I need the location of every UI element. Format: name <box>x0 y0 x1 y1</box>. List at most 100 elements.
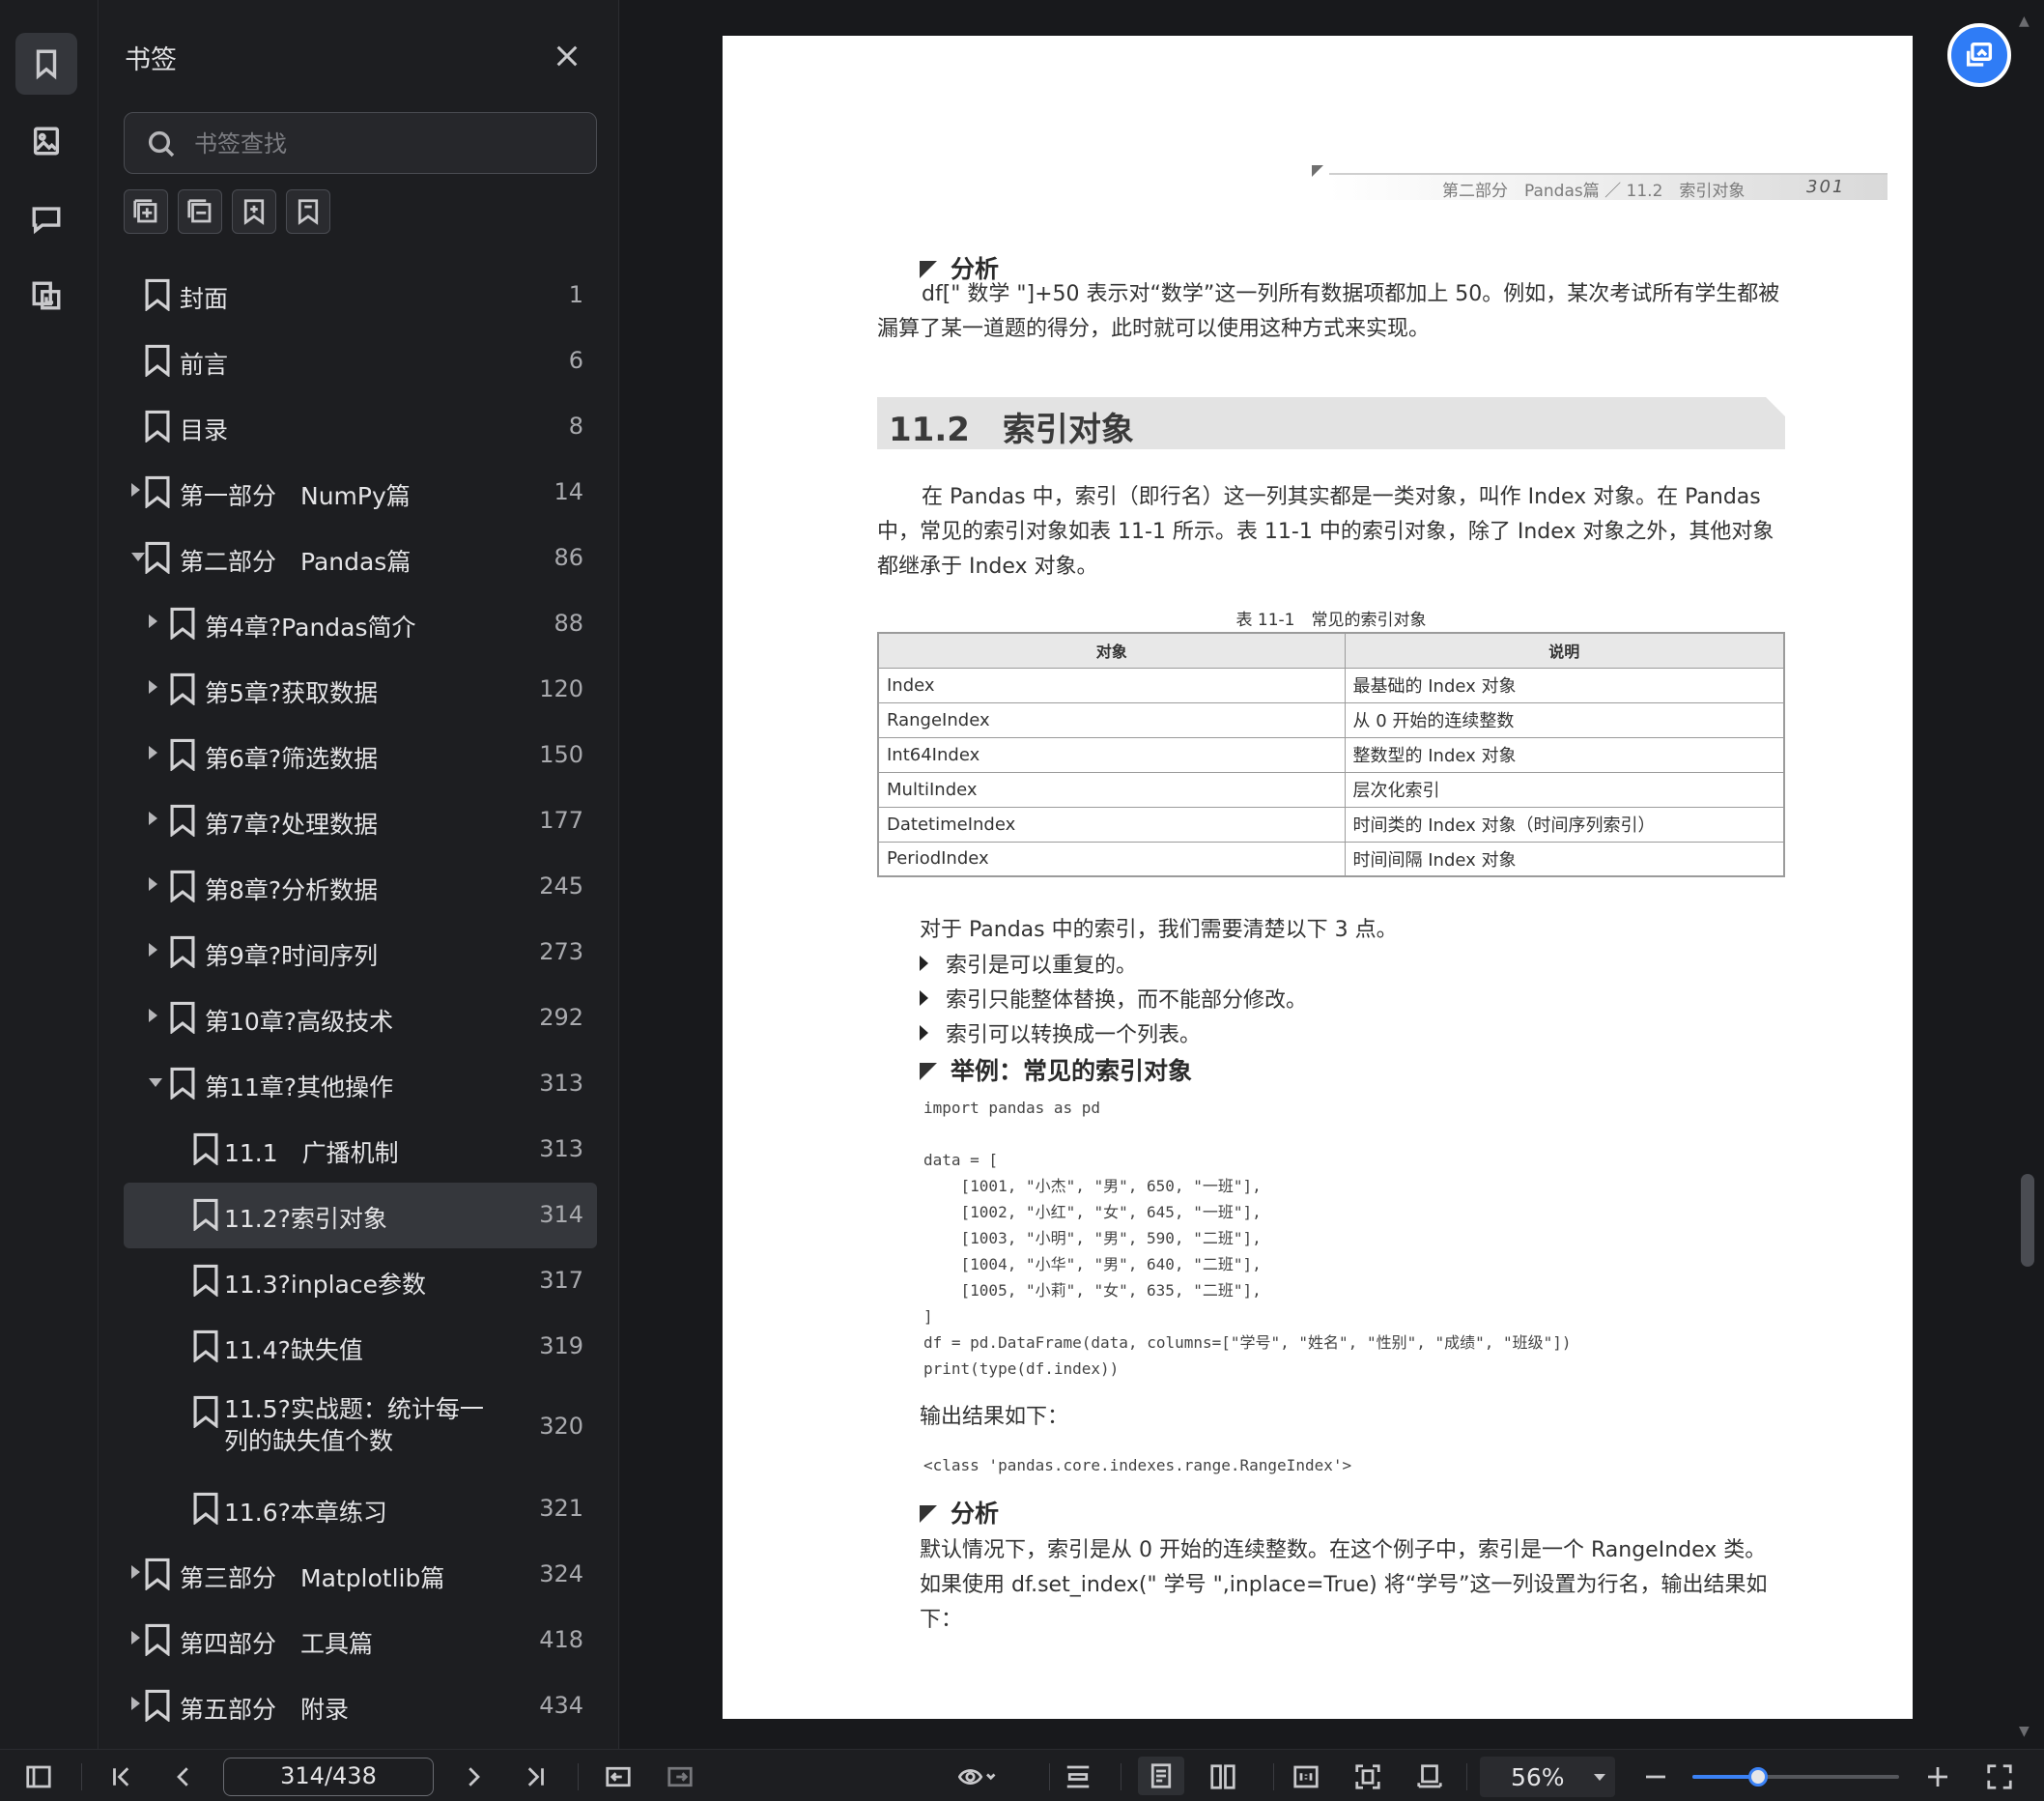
bookmark-item[interactable]: 第五部分 附录 434 <box>124 1673 597 1739</box>
bookmark-item[interactable]: 第5章?获取数据 120 <box>124 657 597 723</box>
last-page-button[interactable] <box>518 1759 553 1794</box>
table-cell: RangeIndex <box>877 701 1346 738</box>
comment-panel-button[interactable] <box>15 187 77 249</box>
zoom-slider[interactable] <box>1692 1767 1899 1787</box>
forward-button[interactable] <box>663 1759 697 1794</box>
double-page-button[interactable] <box>1206 1759 1240 1794</box>
scroll-up-arrow[interactable]: ▲ <box>2019 14 2030 29</box>
caret-right-icon[interactable] <box>149 746 157 759</box>
add-bookmark-button[interactable] <box>232 189 276 234</box>
bookmark-icon <box>168 804 197 838</box>
bookmark-item[interactable]: 前言 6 <box>124 329 597 394</box>
bookmark-page: 313 <box>539 1135 583 1162</box>
caret-right-icon[interactable] <box>149 943 157 957</box>
caret-right-icon[interactable] <box>149 1009 157 1022</box>
next-page-button[interactable] <box>456 1759 491 1794</box>
zoom-slider-handle[interactable] <box>1748 1767 1769 1787</box>
caret-right-icon[interactable] <box>131 1631 140 1644</box>
fullscreen-button[interactable] <box>1982 1759 2017 1794</box>
view-mode-button[interactable] <box>951 1759 1005 1794</box>
table-row: Int64Index 整数型的 Index 对象 <box>877 736 1785 773</box>
first-page-icon <box>113 1767 129 1787</box>
bookmark-search[interactable] <box>124 112 597 174</box>
document-viewport[interactable]: 第二部分 Pandas篇 ／ 11.2 索引对象 301 分析 df[" 数学 … <box>620 0 2044 1749</box>
bookmark-item[interactable]: 11.4?缺失值 319 <box>124 1314 597 1380</box>
navigate-back-icon <box>606 1766 631 1787</box>
bookmark-add-icon <box>243 199 265 225</box>
vertical-scrollbar[interactable] <box>2021 1174 2034 1267</box>
bookmark-item[interactable]: 第9章?时间序列 273 <box>124 920 597 986</box>
caret-right-icon[interactable] <box>149 812 157 825</box>
caret-down-icon[interactable] <box>149 1078 162 1087</box>
actual-size-button[interactable] <box>1289 1759 1323 1794</box>
caret-right-icon[interactable] <box>131 1565 140 1579</box>
bookmark-item[interactable]: 第6章?筛选数据 150 <box>124 723 597 788</box>
collapse-all-button[interactable] <box>178 189 222 234</box>
bookmark-item[interactable]: 第10章?高级技术 292 <box>124 986 597 1051</box>
extract-panel-button[interactable] <box>15 265 77 327</box>
bookmark-search-input[interactable] <box>194 123 581 165</box>
bookmark-item[interactable]: 11.2?索引对象 314 <box>124 1183 597 1248</box>
first-page-button[interactable] <box>104 1759 139 1794</box>
bookmark-icon <box>143 344 172 378</box>
bookmark-item[interactable]: 11.6?本章练习 321 <box>124 1476 597 1542</box>
scroll-down-arrow[interactable]: ▼ <box>2019 1724 2030 1739</box>
edit-bookmark-button[interactable] <box>286 189 330 234</box>
caret-right-icon[interactable] <box>149 680 157 694</box>
zoom-out-button[interactable] <box>1638 1759 1673 1794</box>
bookmark-item[interactable]: 封面 1 <box>124 263 597 329</box>
bullet-item: 索引可以转换成一个列表。 <box>920 1017 1201 1048</box>
bookmark-item[interactable]: 第四部分 工具篇 418 <box>124 1608 597 1673</box>
bookmark-item[interactable]: 11.5?实战题：统计每一列的缺失值个数 320 <box>124 1380 597 1476</box>
bookmark-page: 86 <box>554 544 583 571</box>
bookmark-item[interactable]: 目录 8 <box>124 394 597 460</box>
fit-width-button[interactable] <box>1061 1759 1095 1794</box>
running-head-text: 第二部分 Pandas篇 ／ 11.2 索引对象 <box>1442 182 1746 201</box>
close-panel-button[interactable] <box>554 43 581 70</box>
table-row: RangeIndex 从 0 开始的连续整数 <box>877 701 1785 738</box>
bullet-arrow-icon <box>920 1025 928 1041</box>
bookmark-label: 第一部分 NumPy篇 <box>180 482 411 510</box>
expand-all-button[interactable] <box>124 189 168 234</box>
bookmark-item[interactable]: 第三部分 Matplotlib篇 324 <box>124 1542 597 1608</box>
zoom-in-button[interactable] <box>1920 1759 1955 1794</box>
code-block: import pandas as pd <box>923 1099 1101 1117</box>
bookmark-item[interactable]: 11.3?inplace参数 317 <box>124 1248 597 1314</box>
bookmark-page: 319 <box>539 1332 583 1359</box>
caret-right-icon[interactable] <box>131 1697 140 1710</box>
bookmark-label: 11.1 广播机制 <box>224 1139 399 1167</box>
caret-right-icon[interactable] <box>149 615 157 628</box>
bookmark-item[interactable]: 第7章?处理数据 177 <box>124 788 597 854</box>
bookmark-page: 177 <box>539 807 583 834</box>
eye-icon <box>958 1769 996 1785</box>
fit-page-button[interactable] <box>1350 1759 1385 1794</box>
table-cell: PeriodIndex <box>877 841 1346 877</box>
table-cell: Index <box>877 667 1346 703</box>
page-number-field[interactable]: 314/438 <box>223 1758 434 1796</box>
bookmark-icon <box>36 49 57 80</box>
bookmark-item[interactable]: 第4章?Pandas简介 88 <box>124 591 597 657</box>
bookmark-page: 1 <box>568 281 583 308</box>
bookmark-icon <box>168 870 197 903</box>
actual-size-icon <box>1293 1765 1319 1788</box>
bookmark-label: 第8章?分析数据 <box>205 876 379 904</box>
back-button[interactable] <box>601 1759 636 1794</box>
zoom-dropdown[interactable]: 56% <box>1480 1757 1615 1797</box>
bullet-arrow-icon <box>920 990 928 1006</box>
bookmark-page: 14 <box>554 478 583 505</box>
toggle-sidebar-button[interactable] <box>21 1759 56 1794</box>
single-page-button[interactable] <box>1138 1757 1184 1795</box>
previous-page-button[interactable] <box>166 1759 201 1794</box>
floating-action-button[interactable] <box>1947 23 2011 87</box>
thumbnail-panel-button[interactable] <box>15 110 77 172</box>
caret-right-icon[interactable] <box>149 877 157 891</box>
bookmark-item[interactable]: 第一部分 NumPy篇 14 <box>124 460 597 526</box>
bookmark-label: 第9章?时间序列 <box>205 942 379 970</box>
rotate-button[interactable] <box>1412 1759 1447 1794</box>
bookmark-item[interactable]: 第二部分 Pandas篇 86 <box>124 526 597 591</box>
bookmark-panel-button[interactable] <box>15 33 77 95</box>
bookmark-item[interactable]: 第8章?分析数据 245 <box>124 854 597 920</box>
caret-right-icon[interactable] <box>131 483 140 497</box>
bookmark-item[interactable]: 第11章?其他操作 313 <box>124 1051 597 1117</box>
bookmark-item[interactable]: 11.1 广播机制 313 <box>124 1117 597 1183</box>
